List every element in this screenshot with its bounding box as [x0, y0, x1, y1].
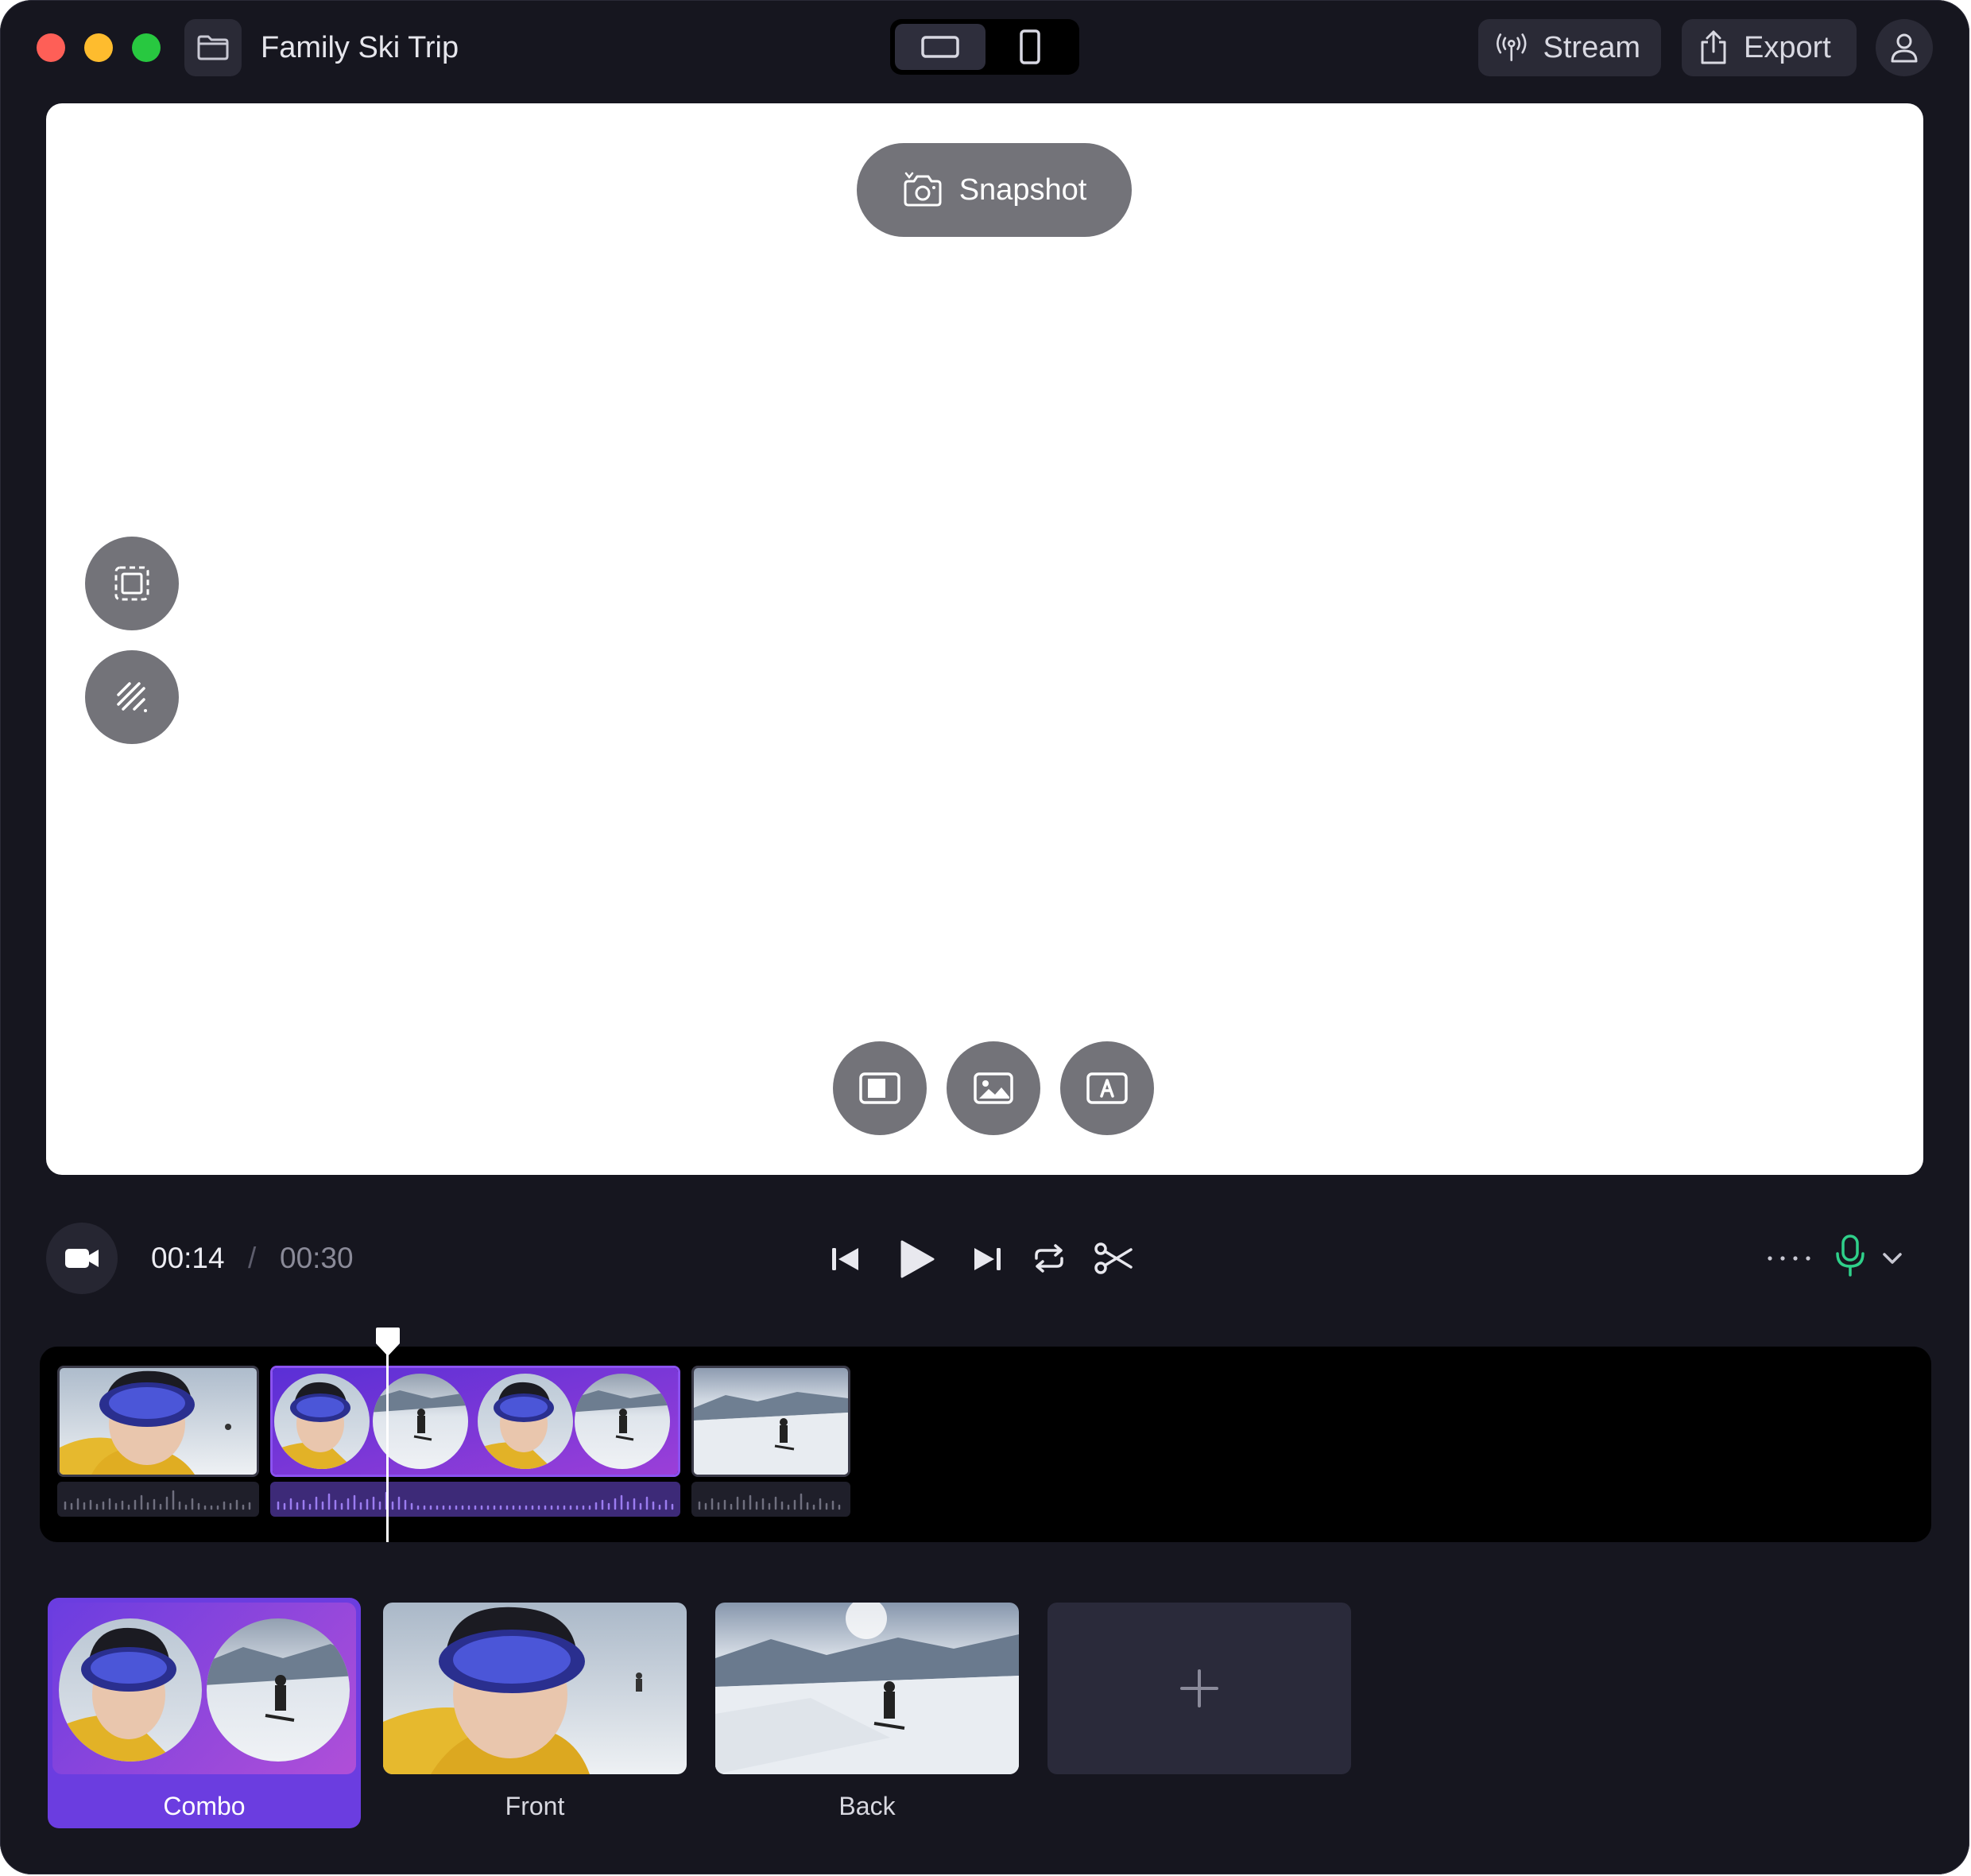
share-icon	[1701, 30, 1726, 64]
skip-forward-icon	[974, 1248, 1001, 1270]
layout-button[interactable]	[833, 1041, 927, 1135]
add-camera-button[interactable]	[1047, 1603, 1351, 1774]
clip-thumbnail	[60, 1368, 257, 1475]
skip-forward-button[interactable]	[968, 1242, 1006, 1277]
timeline-clip-back[interactable]	[691, 1366, 850, 1477]
project-browser-button[interactable]	[184, 19, 242, 76]
snapshot-label: Snapshot	[958, 172, 1087, 207]
camera-label: Back	[838, 1792, 896, 1820]
loop-button[interactable]	[1030, 1240, 1068, 1277]
stream-button[interactable]: Stream	[1478, 19, 1661, 76]
landscape-orientation-button[interactable]	[895, 24, 986, 70]
camera-snapshot-icon	[904, 172, 942, 207]
caption-button[interactable]	[1060, 1041, 1154, 1135]
back-thumbnail	[715, 1603, 1019, 1774]
total-duration: 00:30	[280, 1242, 354, 1274]
waveform-graphic	[64, 1490, 251, 1510]
camera-back[interactable]: Back	[715, 1598, 1028, 1828]
microphone-button[interactable]	[1831, 1231, 1869, 1281]
loop-icon	[1035, 1244, 1063, 1273]
combo-preview-image	[59, 1618, 350, 1762]
video-preview[interactable]: Snapshot	[46, 103, 1923, 1175]
ellipsis-icon	[1768, 1256, 1810, 1261]
crop-frame-button[interactable]	[85, 537, 179, 630]
caption-icon	[1086, 1072, 1128, 1104]
export-label: Export	[1744, 30, 1831, 64]
waveform-graphic	[277, 1491, 674, 1510]
clip-thumbnail	[273, 1368, 678, 1475]
app-window: Family Ski Trip Stream Export Snapshot 0…	[0, 0, 1969, 1874]
plus-icon	[1180, 1669, 1218, 1707]
folder-icon	[197, 35, 229, 60]
export-button[interactable]: Export	[1682, 19, 1857, 76]
split-layout-icon	[859, 1072, 900, 1104]
scissors-icon	[1094, 1242, 1133, 1274]
camera-combo[interactable]: Combo	[48, 1598, 361, 1828]
play-icon	[900, 1240, 935, 1278]
stripes-icon	[117, 682, 147, 712]
clip-audio-waveform	[691, 1482, 850, 1517]
snapshot-button[interactable]: Snapshot	[857, 143, 1132, 237]
user-icon	[1891, 33, 1918, 63]
microphone-icon	[1836, 1235, 1865, 1277]
time-separator: /	[248, 1242, 257, 1274]
landscape-icon	[921, 36, 959, 58]
playhead-handle[interactable]	[374, 1326, 401, 1358]
clip-audio-waveform	[270, 1482, 680, 1517]
account-button[interactable]	[1876, 19, 1933, 76]
skip-back-icon	[832, 1248, 858, 1270]
portrait-icon	[1020, 29, 1040, 64]
front-thumbnail	[383, 1603, 687, 1774]
portrait-orientation-button[interactable]	[986, 24, 1075, 70]
current-time: 00:14	[151, 1242, 225, 1274]
playhead[interactable]	[386, 1347, 389, 1542]
camera-label: Front	[505, 1792, 565, 1820]
image-icon	[974, 1072, 1013, 1104]
clip-thumbnail	[694, 1368, 848, 1475]
camera-front[interactable]: Front	[383, 1598, 696, 1828]
crop-frame-icon	[114, 566, 149, 601]
broadcast-icon	[1497, 33, 1527, 61]
background-effect-button[interactable]	[85, 650, 179, 744]
microphone-menu-button[interactable]	[1877, 1246, 1907, 1270]
clip-audio-waveform	[57, 1482, 259, 1517]
project-title: Family Ski Trip	[261, 31, 459, 64]
waveform-graphic	[698, 1493, 841, 1510]
combo-thumbnail	[52, 1603, 356, 1774]
camera-label: Combo	[163, 1792, 246, 1820]
image-overlay-button[interactable]	[947, 1041, 1040, 1135]
timeline-clip-combo[interactable]	[270, 1366, 680, 1477]
timeline[interactable]	[40, 1328, 1931, 1542]
back-preview-image	[715, 1603, 1019, 1774]
record-camera-button[interactable]	[46, 1223, 118, 1294]
close-window-button[interactable]	[37, 33, 65, 62]
chevron-down-icon	[1883, 1253, 1902, 1264]
front-preview-image	[383, 1603, 687, 1774]
orientation-toggle	[890, 19, 1079, 75]
video-camera-icon	[65, 1249, 99, 1268]
zoom-window-button[interactable]	[132, 33, 161, 62]
stream-label: Stream	[1543, 30, 1640, 64]
minimize-window-button[interactable]	[84, 33, 113, 62]
timeline-clip-front[interactable]	[57, 1366, 259, 1477]
split-clip-button[interactable]	[1094, 1238, 1133, 1278]
more-options-button[interactable]	[1766, 1246, 1814, 1270]
play-button[interactable]	[895, 1235, 939, 1283]
skip-back-button[interactable]	[827, 1242, 865, 1277]
